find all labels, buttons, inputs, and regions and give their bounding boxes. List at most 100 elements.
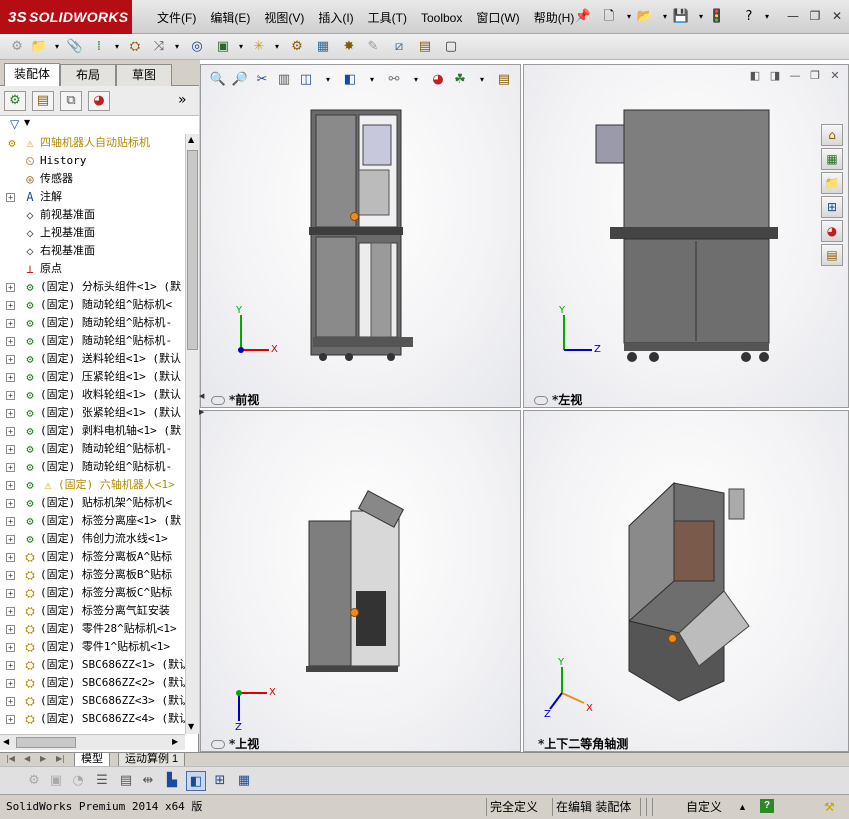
tree-root[interactable]: ⚙ ⚠ 四轴机器人自动贴标机 [0, 134, 185, 152]
tree-item[interactable]: + ⚙ (固定) 贴标机架^贴标机< [0, 494, 185, 512]
units-dropdown-icon[interactable]: ▲ [738, 799, 747, 815]
bill-of-materials-icon[interactable]: ▦ [314, 38, 332, 56]
expand-toggle-icon[interactable]: + [6, 553, 15, 562]
tree-item[interactable]: + ⛭ (固定) 标签分离板C^贴标 [0, 584, 185, 602]
align-icon[interactable]: ⇹ [138, 771, 158, 791]
move-dropdown-icon[interactable]: ▾ [168, 38, 186, 56]
tree-item[interactable]: + ⛭ (固定) 标签分离板A^贴标 [0, 548, 185, 566]
columns-view-icon[interactable]: ▤ [116, 771, 136, 791]
tab-model[interactable]: 模型 [74, 753, 110, 767]
menu-toolbox[interactable]: Toolbox [414, 9, 469, 27]
new-motion-study-icon[interactable]: ⚙ [288, 38, 306, 56]
insert-components-icon[interactable]: 📁 [30, 38, 48, 56]
solidworks-logo[interactable]: 3S SOLIDWORKS [0, 0, 132, 34]
mate-icon[interactable]: 📎 [66, 38, 84, 56]
tree-item[interactable]: + ⚙ (固定) 随动轮组^贴标机- [0, 440, 185, 458]
rebuild-status-icon[interactable]: ⚒ [824, 799, 835, 815]
expand-toggle-icon[interactable]: + [6, 589, 15, 598]
expand-toggle-icon[interactable]: + [6, 661, 15, 670]
filter-dropdown-icon[interactable]: ▼ [24, 118, 30, 127]
expand-toggle-icon[interactable]: + [6, 283, 15, 292]
custom-properties-icon[interactable]: ▤ [821, 244, 843, 266]
reference-dropdown-icon[interactable]: ▾ [268, 38, 286, 56]
featuremanager-tree-icon[interactable]: ⚙ [4, 91, 26, 111]
menu-insert[interactable]: 插入(I) [311, 9, 360, 27]
tree-item[interactable]: + ⚙ (固定) 随动轮组^贴标机- [0, 458, 185, 476]
scroll-left-icon[interactable]: ◀ [3, 737, 9, 746]
expand-toggle-icon[interactable]: + [6, 535, 15, 544]
menu-edit[interactable]: 编辑(E) [203, 9, 257, 27]
tree-item[interactable]: ◇ 上视基准面 [0, 224, 185, 242]
horizontal-scroll-thumb[interactable] [16, 737, 76, 748]
tree-horizontal-scrollbar[interactable]: ◀ ▶ [0, 734, 185, 750]
tree-item[interactable]: + ⛭ (固定) 零件28^贴标机<1> [0, 620, 185, 638]
list-view-icon[interactable]: ☰ [92, 771, 112, 791]
linear-pattern-icon[interactable]: ⁞ [90, 38, 108, 56]
propertymanager-icon[interactable]: ▤ [32, 91, 54, 111]
tree-item[interactable]: + ⚙ (固定) 随动轮组^贴标机- [0, 332, 185, 350]
display-pane-icon[interactable]: ⚙ [24, 771, 44, 791]
tree-item[interactable]: + ⛭ (固定) 标签分离气缸安装 [0, 602, 185, 620]
tree-item[interactable]: + ⚙ (固定) 随动轮组^贴标机< [0, 296, 185, 314]
menu-window[interactable]: 窗口(W) [469, 9, 526, 27]
interference-detection-icon[interactable]: ⧄ [390, 38, 408, 56]
filter-icon[interactable]: ▽ [10, 117, 19, 131]
expand-toggle-icon[interactable]: + [6, 607, 15, 616]
tree-item[interactable]: + ⛭ (固定) 标签分离板B^贴标 [0, 566, 185, 584]
speedpak-icon[interactable]: ▢ [442, 38, 460, 56]
expand-toggle-icon[interactable]: + [6, 319, 15, 328]
viewport-dimetric[interactable]: Y Z X *上下二等角轴测 [523, 410, 849, 752]
help-dropdown-icon[interactable]: ▾ [758, 8, 776, 26]
tree-item[interactable]: + ⛭ (固定) SBC686ZZ<3> (默认 [0, 692, 185, 710]
new-document-icon[interactable]: 🗋 [600, 8, 618, 26]
expand-toggle-icon[interactable]: + [6, 679, 15, 688]
tab-nav-next-icon[interactable]: ▶ [40, 754, 46, 763]
tree-item[interactable]: ⊥ 原点 [0, 260, 185, 278]
minimize-icon[interactable]: — [785, 8, 801, 24]
solidworks-resources-icon[interactable]: ⌂ [821, 124, 843, 146]
expand-toggle-icon[interactable]: + [6, 571, 15, 580]
tree-item[interactable]: + ⛭ (固定) 零件1^贴标机<1> [0, 638, 185, 656]
tree-item[interactable]: + ⚙ (固定) 送料轮组<1> (默认 [0, 350, 185, 368]
view-palette-icon[interactable]: ⊞ [821, 196, 843, 218]
tree-item[interactable]: + ⚙ (固定) 张紧轮组<1> (默认 [0, 404, 185, 422]
expand-toggle-icon[interactable]: + [6, 481, 15, 490]
collapse-panel-icon[interactable]: ◀ [199, 392, 204, 400]
appearance-display-icon[interactable]: ◔ [68, 771, 88, 791]
part-display-icon[interactable]: ▣ [46, 771, 66, 791]
tab-nav-prev-icon[interactable]: ◀ [24, 754, 30, 763]
expand-toggle-icon[interactable]: + [6, 355, 15, 364]
tree-vertical-scrollbar[interactable]: ▲ ▼ [185, 134, 199, 734]
expand-toggle-icon[interactable]: + [6, 373, 15, 382]
scroll-down-icon[interactable]: ▼ [188, 722, 194, 731]
tree-item[interactable]: + ⚙ (固定) 压紧轮组<1> (默认 [0, 368, 185, 386]
tab-sketch[interactable]: 草图 [116, 64, 172, 86]
move-component-icon[interactable]: ⤨ [150, 38, 168, 56]
menu-view[interactable]: 视图(V) [257, 9, 311, 27]
exploded-view-icon[interactable]: ✸ [340, 38, 358, 56]
tree-item[interactable]: + ⚙ (固定) 随动轮组^贴标机- [0, 314, 185, 332]
tab-nav-last-icon[interactable]: ▶| [56, 754, 65, 763]
expand-toggle-icon[interactable]: + [6, 427, 15, 436]
tree-item[interactable]: + ⚙ (固定) 标签分离座<1> (默 [0, 512, 185, 530]
tree-item[interactable]: ◇ 右视基准面 [0, 242, 185, 260]
assembly-features-icon[interactable]: ▣ [214, 38, 232, 56]
vertical-scroll-thumb[interactable] [187, 150, 198, 350]
tree-item[interactable]: + ⛭ (固定) SBC686ZZ<2> (默认 [0, 674, 185, 692]
tree-item[interactable]: + ⚙ (固定) 伟创力流水线<1> [0, 530, 185, 548]
expand-toggle-icon[interactable]: + [6, 193, 15, 202]
expand-toggle-icon[interactable]: + [6, 643, 15, 652]
expand-toggle-icon[interactable]: + [6, 715, 15, 724]
scroll-up-icon[interactable]: ▲ [188, 135, 194, 144]
graphics-area[interactable]: 🔍 🔎 ✂ ▥ ◫ ▾ ◧ ▾ ⚯ ▾ ◕ ☘ ▾ ▤ ▾ [200, 60, 849, 752]
tree-item[interactable]: ⏲ History [0, 152, 185, 170]
reference-geometry-icon[interactable]: ✳ [250, 38, 268, 56]
insert-dropdown-icon[interactable]: ▾ [48, 38, 66, 56]
pin-icon[interactable]: 📌 [574, 8, 592, 26]
tree-item[interactable]: + ⛭ (固定) SBC686ZZ<4> (默认 [0, 710, 185, 728]
design-library-icon[interactable]: ▦ [821, 148, 843, 170]
restore-icon[interactable]: ❐ [807, 8, 823, 24]
close-icon[interactable]: ✕ [829, 8, 845, 24]
tree-item[interactable]: ◇ 前视基准面 [0, 206, 185, 224]
expand-toggle-icon[interactable]: + [6, 301, 15, 310]
